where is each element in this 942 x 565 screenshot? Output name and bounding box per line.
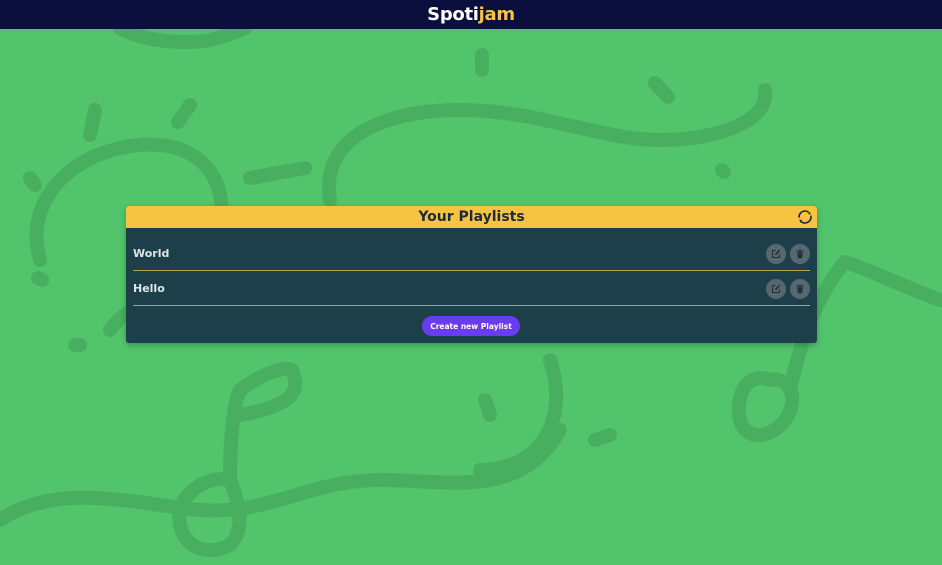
card-title: Your Playlists xyxy=(418,209,525,225)
delete-playlist-button[interactable] xyxy=(790,244,810,264)
playlist-name: World xyxy=(133,246,170,260)
row-actions xyxy=(766,244,810,264)
edit-icon xyxy=(771,284,781,294)
card-header: Your Playlists xyxy=(126,206,817,228)
edit-icon xyxy=(771,249,781,259)
row-actions xyxy=(766,279,810,299)
logo-text-jam: jam xyxy=(478,4,515,25)
edit-playlist-button[interactable] xyxy=(766,279,786,299)
playlists-card: Your Playlists World Hello Create new Pl… xyxy=(126,206,817,343)
edit-playlist-button[interactable] xyxy=(766,244,786,264)
delete-playlist-button[interactable] xyxy=(790,279,810,299)
navbar: Spotijam xyxy=(0,0,942,29)
trash-icon xyxy=(796,249,804,259)
playlist-name: Hello xyxy=(133,281,165,295)
trash-icon xyxy=(796,284,804,294)
create-playlist-button[interactable]: Create new Playlist xyxy=(422,316,520,336)
playlist-list: World Hello xyxy=(133,236,810,306)
logo-text-spoti: Spoti xyxy=(427,4,479,25)
app-logo[interactable]: Spotijam xyxy=(427,0,515,29)
refresh-icon xyxy=(798,210,812,224)
playlist-row[interactable]: Hello xyxy=(133,271,810,306)
playlist-row[interactable]: World xyxy=(133,236,810,271)
refresh-button[interactable] xyxy=(797,209,813,225)
